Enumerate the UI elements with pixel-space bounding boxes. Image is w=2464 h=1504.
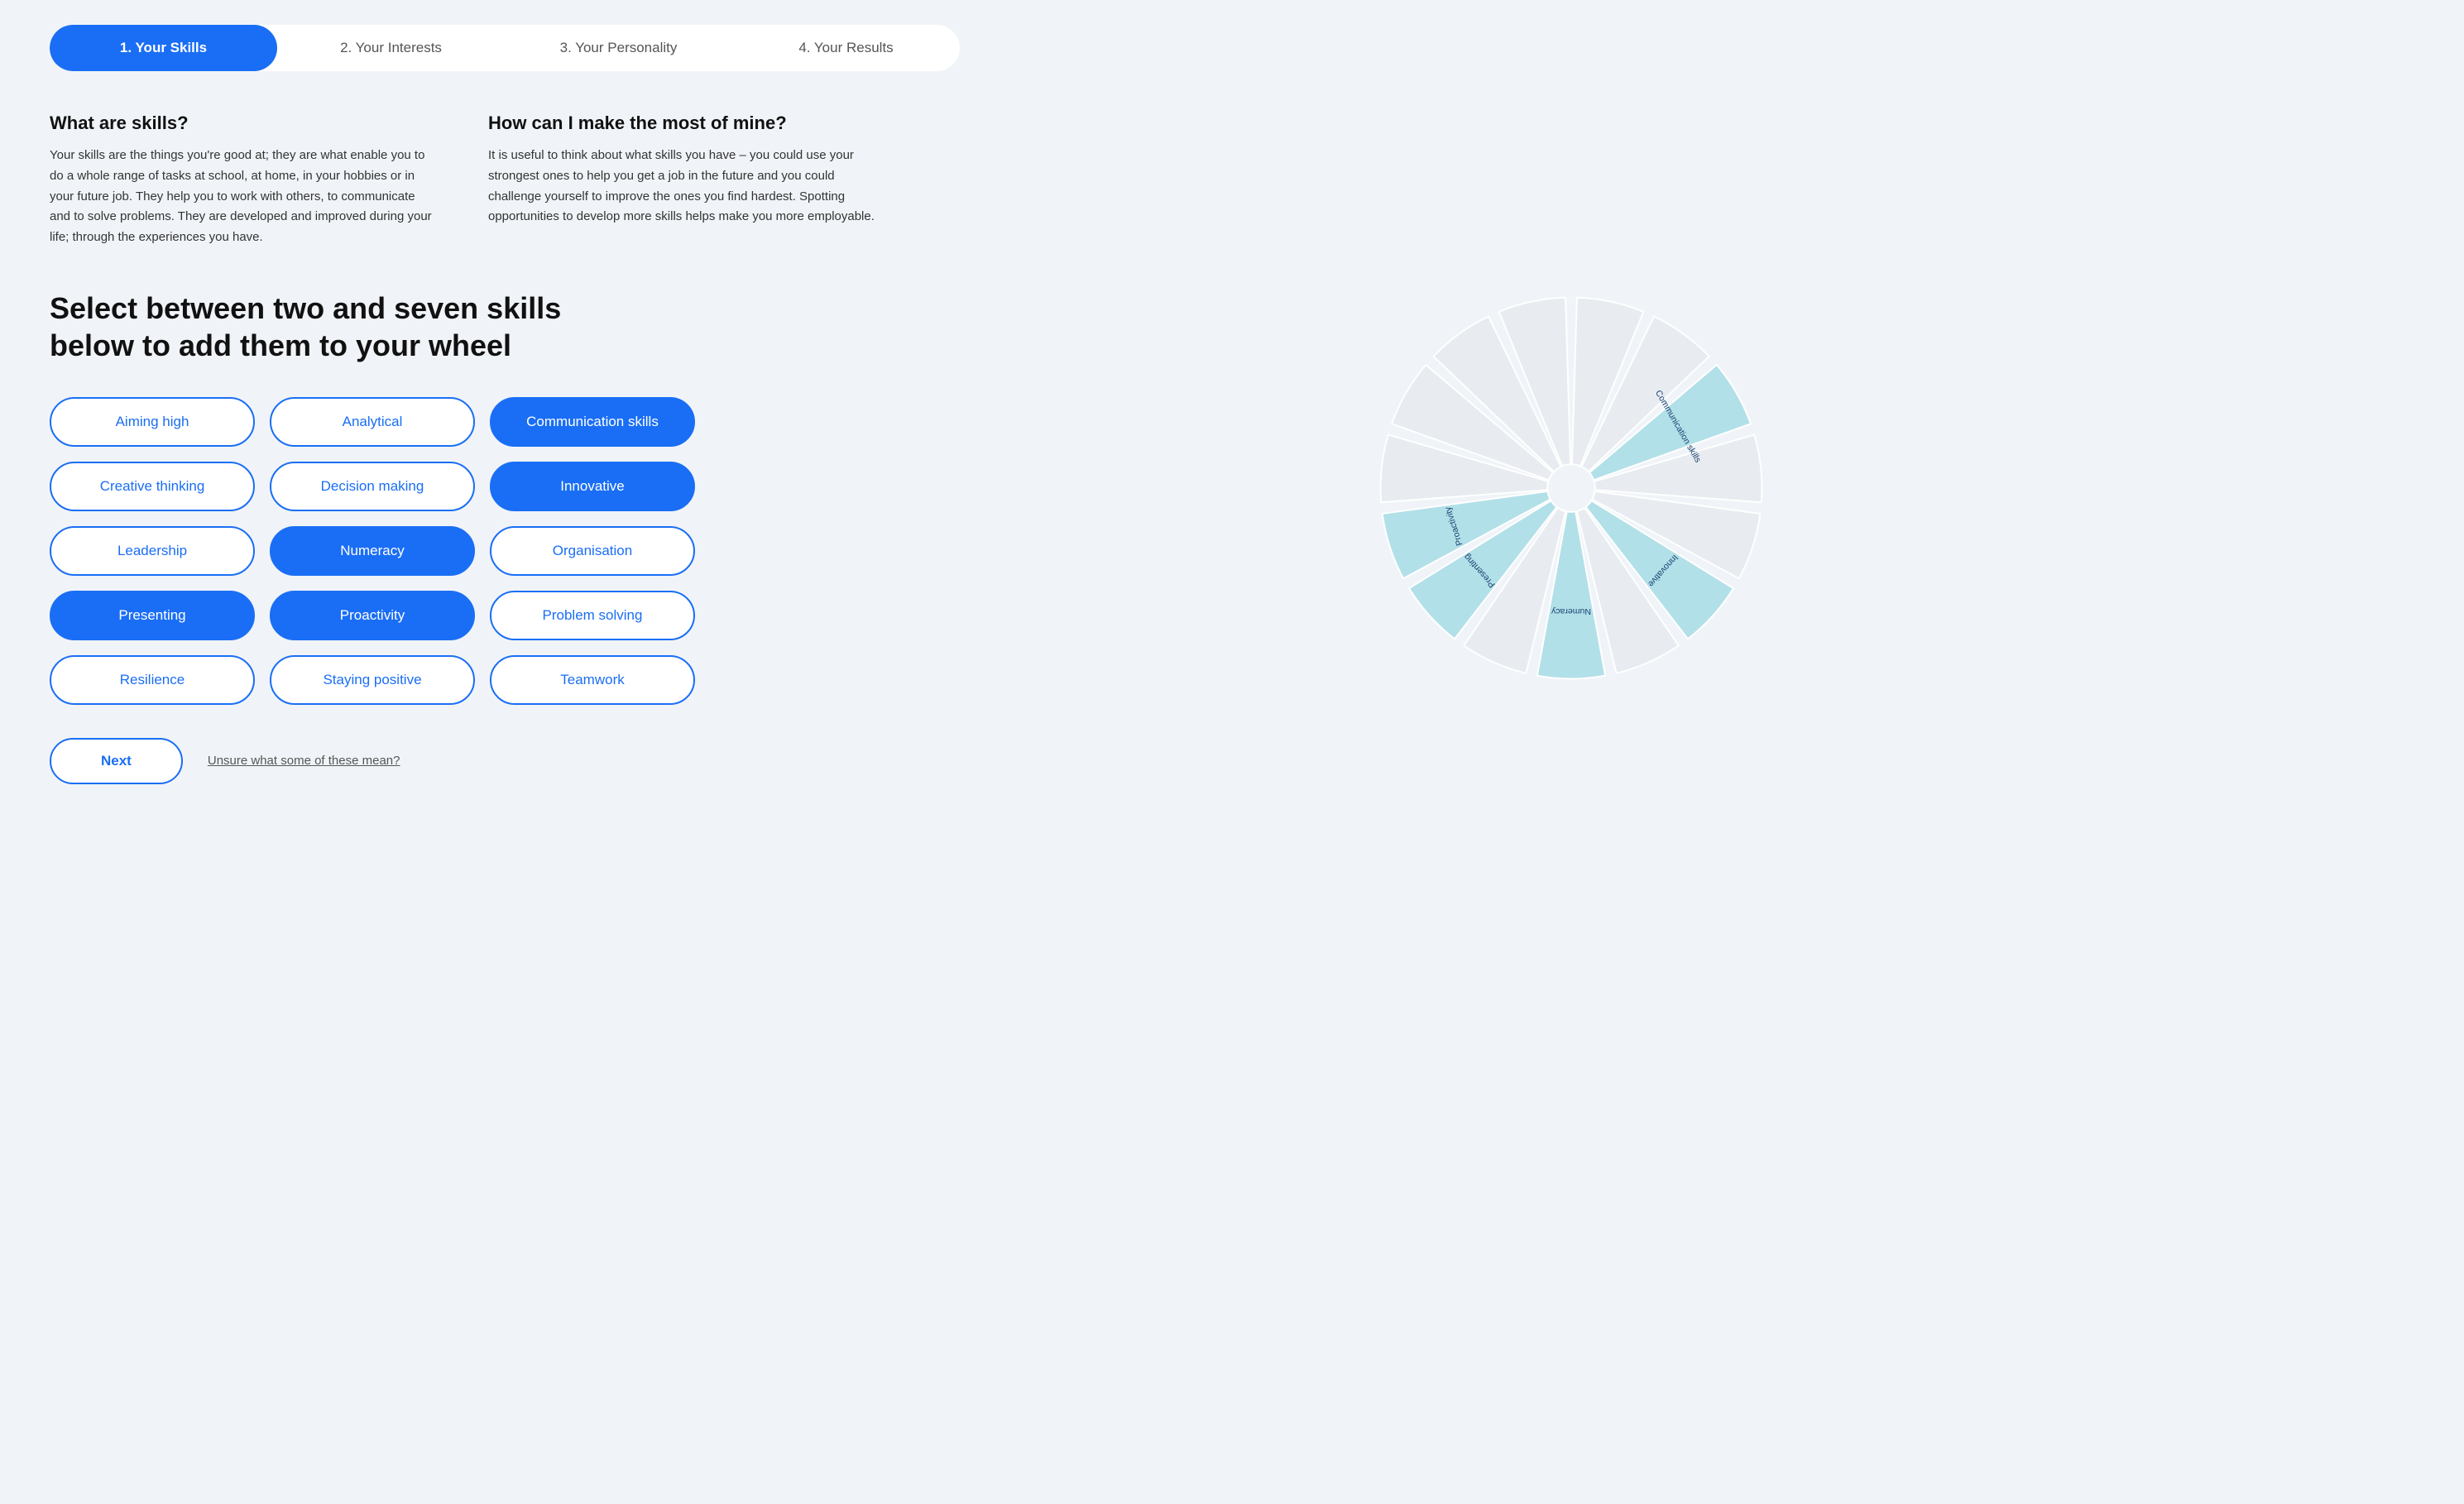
nav-step-3[interactable]: 3. Your Personality (505, 25, 732, 71)
info-block-mine: How can I make the most of mine? It is u… (488, 113, 877, 248)
info-section: What are skills? Your skills are the thi… (50, 113, 877, 248)
skill-button-leadership[interactable]: Leadership (50, 526, 255, 576)
info-title-1: What are skills? (50, 113, 439, 134)
skills-grid: Aiming high Analytical Communication skill… (50, 397, 695, 705)
info-body-2: It is useful to think about what skills … (488, 146, 877, 228)
skill-button-resilience[interactable]: Resilience (50, 655, 255, 705)
skill-button-presenting[interactable]: Presenting (50, 591, 255, 640)
wheel-container: Communication skillsInnovativeNumeracyPr… (1373, 290, 1770, 687)
wheel-svg: Communication skillsInnovativeNumeracyPr… (1373, 290, 1770, 687)
svg-text:Numeracy: Numeracy (1551, 606, 1591, 616)
skill-button-creative-thinking[interactable]: Creative thinking (50, 462, 255, 511)
unsure-link[interactable]: Unsure what some of these mean? (208, 754, 400, 768)
skill-button-analytical[interactable]: Analytical (270, 397, 475, 447)
skill-button-problem-solving[interactable]: Problem solving (490, 591, 695, 640)
info-block-skills: What are skills? Your skills are the thi… (50, 113, 439, 248)
skill-button-teamwork[interactable]: Teamwork (490, 655, 695, 705)
nav-step-1[interactable]: 1. Your Skills (50, 25, 277, 71)
info-body-1: Your skills are the things you're good a… (50, 146, 439, 248)
skill-button-aiming-high[interactable]: Aiming high (50, 397, 255, 447)
skill-button-numeracy[interactable]: Numeracy (270, 526, 475, 576)
progress-nav: 1. Your Skills2. Your Interests3. Your P… (50, 25, 2414, 71)
nav-step-4[interactable]: 4. Your Results (732, 25, 960, 71)
next-button[interactable]: Next (50, 738, 183, 784)
next-row: Next Unsure what some of these mean? (50, 738, 695, 784)
skill-button-organisation[interactable]: Organisation (490, 526, 695, 576)
main-content: Select between two and seven skills belo… (50, 290, 2414, 784)
skill-button-decision-making[interactable]: Decision making (270, 462, 475, 511)
info-title-2: How can I make the most of mine? (488, 113, 877, 134)
skill-button-communication-skills[interactable]: Communication skills (490, 397, 695, 447)
right-panel: Communication skillsInnovativeNumeracyPr… (728, 290, 2414, 703)
left-panel: Select between two and seven skills belo… (50, 290, 695, 784)
nav-step-2[interactable]: 2. Your Interests (277, 25, 505, 71)
skill-button-proactivity[interactable]: Proactivity (270, 591, 475, 640)
skill-button-innovative[interactable]: Innovative (490, 462, 695, 511)
section-title: Select between two and seven skills belo… (50, 290, 629, 364)
skill-button-staying-positive[interactable]: Staying positive (270, 655, 475, 705)
